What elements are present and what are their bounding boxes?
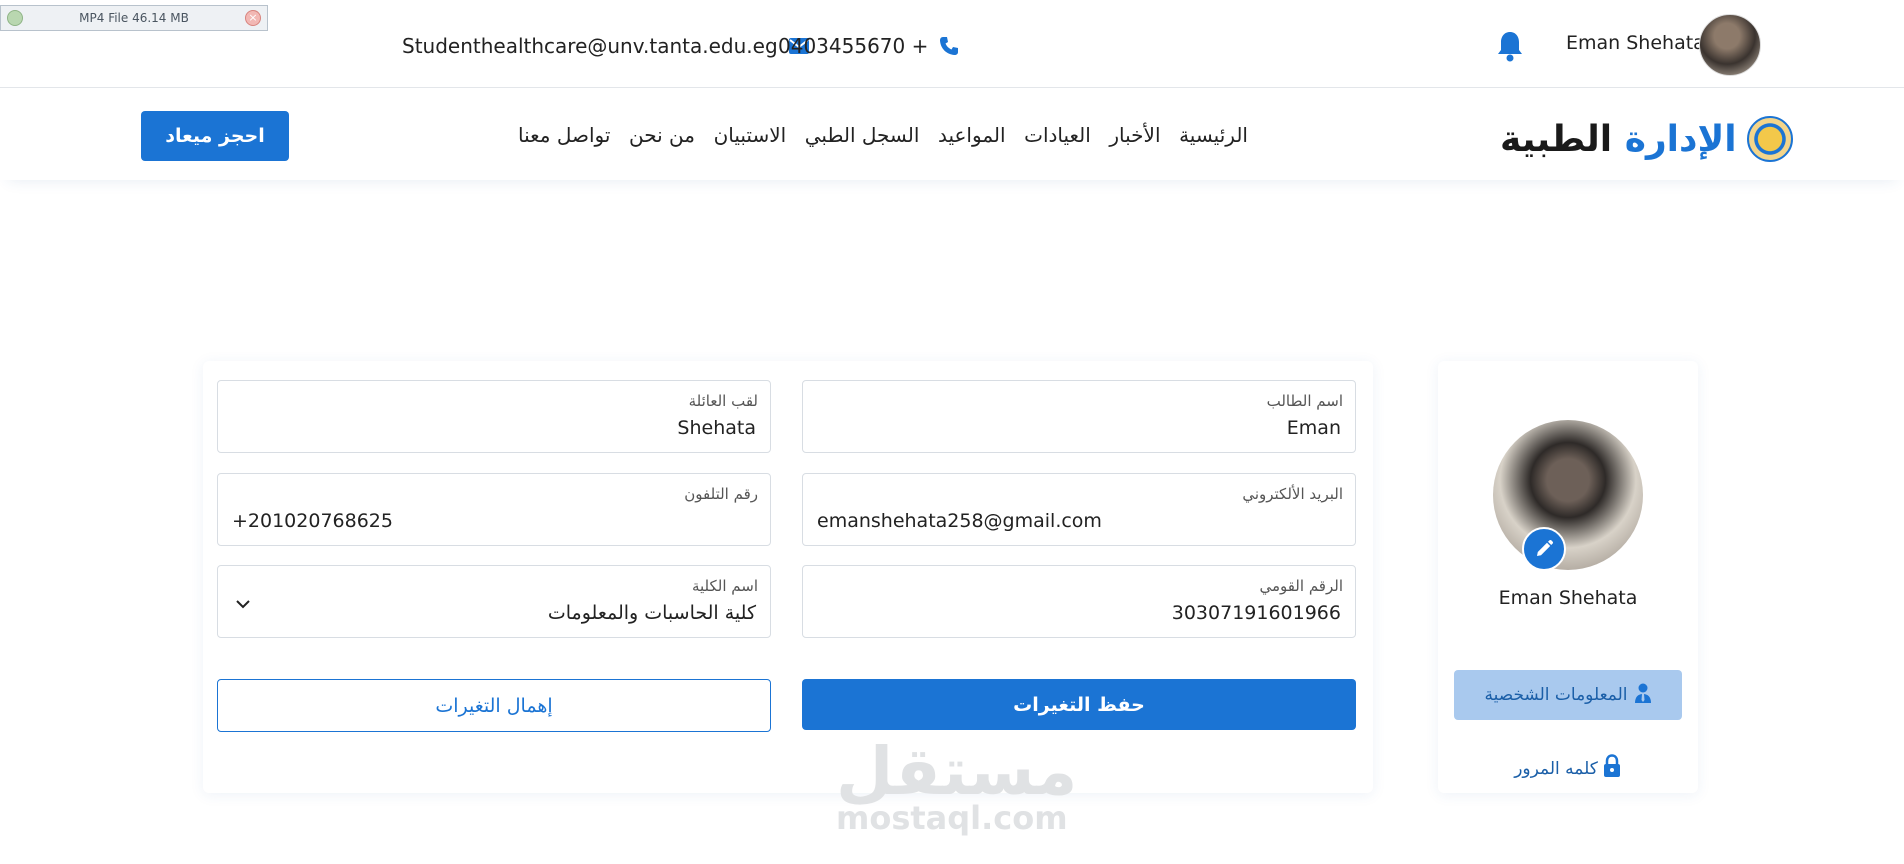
user-tie-icon <box>1634 682 1652 709</box>
discard-changes-button[interactable]: إهمال التغيرات <box>217 679 771 732</box>
user-name-top[interactable]: Eman Shehata <box>1566 32 1705 54</box>
first-name-label: اسم الطالب <box>1266 392 1343 410</box>
logo-text: الإدارة الطبية <box>1500 119 1737 160</box>
contact-email[interactable]: Studenthealthcare@unv.tanta.edu.eg <box>402 34 810 58</box>
national-id-value[interactable]: 30307191601966 <box>1172 602 1341 624</box>
email-value[interactable]: emanshehata258@gmail.com <box>817 510 1102 532</box>
nav-item-home[interactable]: الرئيسية <box>1179 123 1248 147</box>
national-id-label: الرقم القومي <box>1259 577 1343 595</box>
email-field[interactable]: البريد الألكتروني emanshehata258@gmail.c… <box>802 473 1356 546</box>
save-changes-button[interactable]: حفظ التغيرات <box>802 679 1356 730</box>
tab-password[interactable]: كلمه المرور <box>1438 754 1698 783</box>
edit-photo-pencil-icon[interactable] <box>1522 527 1566 571</box>
profile-photo <box>1493 420 1643 570</box>
first-name-field[interactable]: اسم الطالب Eman <box>802 380 1356 453</box>
logo-text-accent: الإدارة <box>1624 118 1737 160</box>
faculty-value[interactable]: كلية الحاسبات والمعلومات <box>548 602 756 624</box>
contact-phone[interactable]: 0403455670 + <box>778 34 960 58</box>
nav-item-medical-record[interactable]: السجل الطبي <box>805 123 920 147</box>
site-logo[interactable]: الإدارة الطبية <box>1500 116 1793 162</box>
avatar[interactable] <box>1699 14 1761 76</box>
book-appointment-button[interactable]: احجز ميعاد <box>141 111 289 161</box>
last-name-field[interactable]: لقب العائلة Shehata <box>217 380 771 453</box>
profile-form-card: اسم الطالب Eman لقب العائلة Shehata البر… <box>203 361 1373 793</box>
logo-text-dark: الطبية <box>1500 118 1613 160</box>
phone-label: رقم التلفون <box>684 485 758 503</box>
first-name-value[interactable]: Eman <box>1287 417 1341 439</box>
email-label: البريد الألكتروني <box>1242 485 1343 503</box>
nav-item-contact[interactable]: تواصل معنا <box>518 123 610 147</box>
last-name-value[interactable]: Shehata <box>677 417 756 439</box>
nav-menu: الرئيسية الأخبار العيادات المواعيد السجل… <box>518 123 1248 147</box>
nav-item-news[interactable]: الأخبار <box>1109 123 1160 147</box>
phone-field[interactable]: رقم التلفون +201020768625 <box>217 473 771 546</box>
phone-value[interactable]: +201020768625 <box>232 510 393 532</box>
chevron-down-icon[interactable] <box>236 594 250 613</box>
contact-email-text: Studenthealthcare@unv.tanta.edu.eg <box>402 34 778 58</box>
university-seal-icon <box>1746 116 1793 162</box>
phone-icon <box>938 35 960 57</box>
contact-phone-text: 0403455670 + <box>778 34 929 58</box>
nav-item-survey[interactable]: الاستبيان <box>714 123 787 147</box>
tab-password-label: كلمه المرور <box>1514 758 1598 779</box>
main-navbar: الإدارة الطبية الرئيسية الأخبار العيادات… <box>0 88 1904 180</box>
last-name-label: لقب العائلة <box>688 392 758 410</box>
nav-item-clinics[interactable]: العيادات <box>1024 123 1091 147</box>
top-bar: Studenthealthcare@unv.tanta.edu.eg 04034… <box>0 4 1904 88</box>
lock-icon <box>1602 754 1622 783</box>
national-id-field[interactable]: الرقم القومي 30307191601966 <box>802 565 1356 638</box>
notifications-bell-icon[interactable] <box>1496 30 1524 66</box>
nav-item-about[interactable]: من نحن <box>629 123 695 147</box>
faculty-label: اسم الكلية <box>691 577 758 595</box>
tab-personal-info[interactable]: المعلومات الشخصية <box>1454 670 1682 720</box>
nav-item-appointments[interactable]: المواعيد <box>938 123 1006 147</box>
profile-name: Eman Shehata <box>1498 587 1638 609</box>
watermark-latin: mostaql.com <box>836 799 1068 837</box>
faculty-select[interactable]: اسم الكلية كلية الحاسبات والمعلومات <box>217 565 771 638</box>
page: MP4 File 46.14 MB × Studenthealthcare@un… <box>0 0 1904 864</box>
profile-sidebar-card: Eman Shehata المعلومات الشخصية كلمه المر… <box>1438 361 1698 793</box>
tab-personal-info-label: المعلومات الشخصية <box>1484 685 1628 705</box>
